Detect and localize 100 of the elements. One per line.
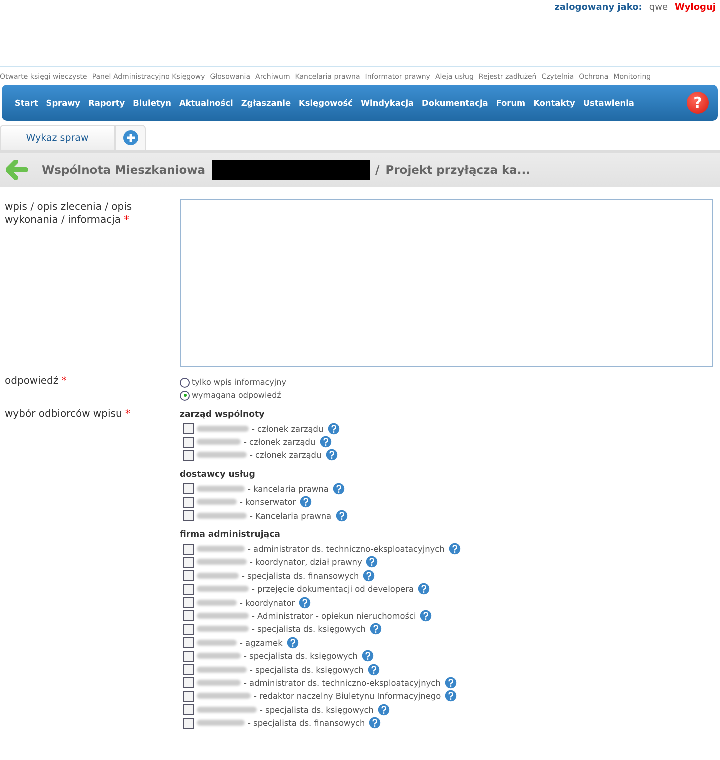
checkbox[interactable] [183,704,194,716]
blurred-name [197,572,239,579]
recipient-role: - Administrator - opiekun nieruchomości [252,610,416,621]
recipient-role: - administrator ds. techniczno-eksploatacyjnych [248,544,445,554]
checkbox[interactable] [183,690,194,702]
nav-item[interactable]: Księgowość [299,98,354,108]
nav-item[interactable]: Zgłaszanie [241,98,292,108]
help-icon[interactable] [418,583,430,596]
recipient-role: - kancelaria prawna [248,484,329,494]
blurred-name [197,486,245,492]
help-icon[interactable] [300,496,312,508]
radio-button[interactable] [180,390,190,400]
logged-in-label: zalogowany jako: [554,3,642,15]
checkbox[interactable] [183,510,194,522]
help-icon[interactable] [445,690,458,702]
blurred-name [197,600,237,606]
checkbox[interactable] [183,556,194,568]
help-button[interactable]: ? [687,92,709,114]
help-icon[interactable] [444,676,457,689]
help-icon[interactable] [332,482,345,495]
checkbox[interactable] [183,718,194,729]
blurred-name [197,680,241,686]
blurred-name [197,586,249,592]
help-icon[interactable] [370,623,382,636]
checkbox[interactable] [183,584,194,595]
blurred-name [197,640,237,646]
blurred-name [197,693,251,700]
checkbox[interactable] [183,450,194,461]
group-heading: zarząd wspólnoty [180,410,266,422]
help-icon[interactable] [362,650,374,662]
help-icon[interactable] [368,664,380,676]
nav-item[interactable]: Forum [496,98,526,108]
plus-icon [122,130,138,146]
recipient-role: - specjalista ds. księgowych [260,704,374,715]
recipient-role: - członek zarządu [252,424,324,434]
help-icon[interactable] [328,422,340,435]
case-title: Projekt przyłącza ka... [386,163,531,177]
checkbox[interactable] [183,664,194,676]
recipient-role: - specjalista ds. księgowych [244,651,358,662]
tab[interactable]: Wykaz spraw [0,125,115,150]
blurred-name [197,546,245,552]
blurred-name [197,653,241,660]
help-icon[interactable] [420,610,432,622]
checkbox[interactable] [183,624,194,635]
description-field[interactable] [180,199,713,367]
add-tab-button[interactable] [115,125,146,150]
nav-item[interactable]: Aktualności [179,98,234,108]
nav-item[interactable]: Start [15,98,38,108]
help-icon[interactable] [448,543,461,556]
help-icon[interactable] [336,510,348,522]
username: qwe [649,3,668,15]
radio-label: wymagana odpowiedź [192,391,282,400]
checkbox[interactable] [183,610,194,622]
recipient-role: - przejęcie dokumentacji od developera [252,584,414,594]
nav-item[interactable]: Kontakty [534,98,576,108]
blurred-name [197,426,249,432]
checkbox[interactable] [183,650,194,662]
help-icon[interactable] [369,717,382,730]
help-icon[interactable] [378,704,390,716]
recipient-role: - specjalista ds. księgowych [250,664,364,675]
nav-item[interactable]: Sprawy [46,98,81,108]
checkbox[interactable] [183,637,194,648]
recipient-role: - Kancelaria prawna [250,510,332,521]
blurred-name [197,452,247,458]
help-icon[interactable] [320,436,332,448]
recipient-role: - specjalista ds. księgowych [252,624,366,634]
nav-item[interactable]: Ustawienia [583,98,634,108]
recipient-role: - administrator ds. techniczno-eksploatacyjnych [244,678,441,688]
nav-item[interactable]: Dokumentacja [422,98,488,108]
checkbox[interactable] [183,423,194,434]
recipient-role: - członek zarządu [244,437,316,448]
field-label: odpowiedź * [5,375,68,388]
recipient-role: - agzamek [240,638,283,648]
blurred-name [197,439,241,446]
blurred-name [197,512,247,519]
checkbox[interactable] [183,597,194,608]
recipient-role: - redaktor naczelny Biuletynu Informacyjnego [254,691,442,702]
checkbox[interactable] [183,436,194,448]
checkbox[interactable] [183,570,194,582]
radio-button[interactable] [180,378,190,388]
nav-item[interactable]: Raporty [88,98,126,108]
recipient-role: - specjalista ds. finansowych [242,570,360,581]
radio-label: tylko wpis informacyjny [192,378,286,387]
community-name: Wspólnota Mieszkaniowa [42,163,206,177]
checkbox[interactable] [183,496,194,508]
breadcrumb-separator: / [376,163,380,177]
blurred-name [197,499,237,506]
help-icon[interactable] [363,570,376,582]
help-icon[interactable] [286,636,299,649]
checkbox[interactable] [183,483,194,494]
help-icon[interactable] [366,556,378,568]
logout-link[interactable]: Wyloguj [675,3,716,66]
nav-item[interactable]: Biuletyn [133,98,172,108]
help-icon[interactable] [326,449,338,462]
blurred-name [197,626,249,632]
checkbox[interactable] [183,677,194,688]
help-icon[interactable] [299,596,312,609]
checkbox[interactable] [183,544,194,555]
nav-item[interactable]: Windykacja [361,98,414,108]
recipient-role: - członek zarządu [250,450,322,460]
